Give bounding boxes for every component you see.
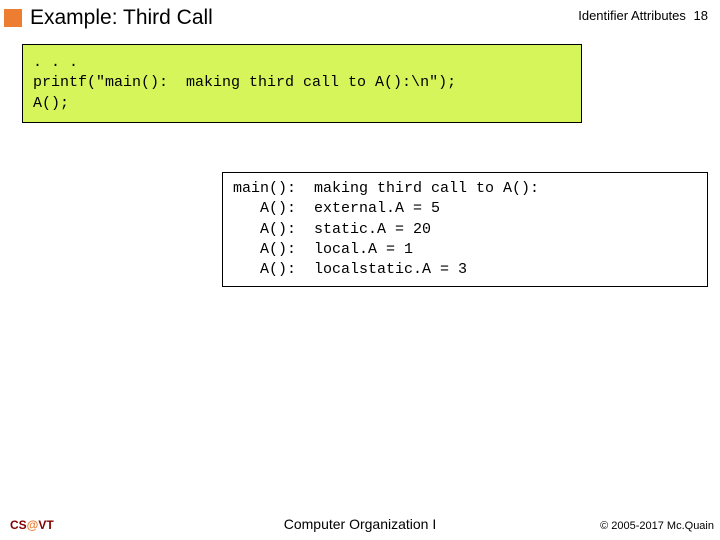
accent-square-icon [4, 9, 22, 27]
footer-left-logo: CS@VT [10, 518, 54, 532]
output-box: main(): making third call to A(): A(): e… [222, 172, 708, 287]
category-label: Identifier Attributes [578, 8, 686, 23]
code-snippet-box: . . . printf("main(): making third call … [22, 44, 582, 123]
slide-footer: CS@VT Computer Organization I © 2005-201… [0, 512, 720, 532]
slide-title: Example: Third Call [30, 6, 213, 30]
slide-header: Example: Third Call Identifier Attribute… [0, 0, 720, 34]
header-right: Identifier Attributes 18 [578, 8, 708, 23]
footer-at: @ [27, 518, 39, 532]
page-number: 18 [694, 8, 708, 23]
footer-copyright: © 2005-2017 Mc.Quain [600, 520, 714, 532]
footer-center: Computer Organization I [284, 516, 437, 532]
footer-cs: CS [10, 518, 27, 532]
footer-vt: VT [38, 518, 53, 532]
